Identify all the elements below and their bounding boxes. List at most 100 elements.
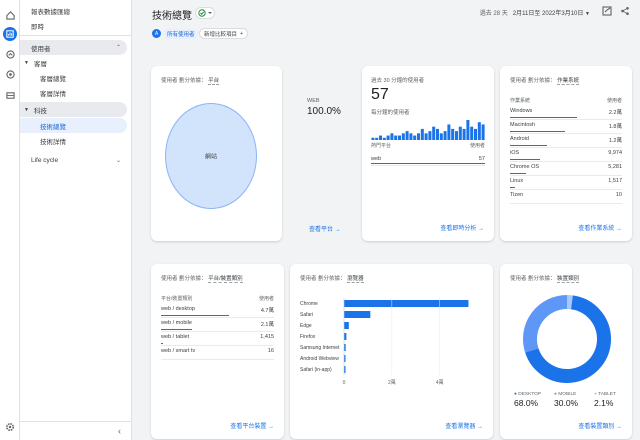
table-row[interactable]: web / desktop 4.7萬	[161, 304, 274, 318]
browser-bar[interactable]	[344, 344, 346, 351]
row-label: Macintosh	[510, 122, 536, 128]
donut-slice[interactable]	[523, 295, 568, 353]
realtime-bar	[375, 137, 379, 140]
realtime-card: 過去 30 分鐘的使用者 57 每分鐘的使用者 熱門平台 使用者 web 57 …	[362, 66, 494, 241]
table-row[interactable]: iOS 9,974	[510, 148, 622, 162]
dimension-selector[interactable]: 平台	[208, 78, 220, 85]
table-row[interactable]: web / tablet 1,415	[161, 332, 274, 346]
nav-tech-group[interactable]: ▼ 科技	[20, 102, 127, 117]
row-label: web / mobile	[161, 320, 192, 326]
row-value: 57	[478, 156, 485, 162]
add-comparison-button[interactable]: 新增比較項目 +	[199, 28, 249, 39]
dimension-selector[interactable]: 裝置類別	[557, 276, 580, 283]
realtime-bar	[466, 120, 470, 140]
legend-item: ● MOBILE 30.0%	[554, 392, 594, 408]
row-value: 2.1萬	[260, 322, 274, 328]
dimension-selector[interactable]: 平台/裝置類別	[208, 276, 243, 283]
realtime-value: 57	[371, 86, 389, 103]
legend-item: ● DESKTOP 68.0%	[514, 392, 554, 408]
nav-demographics-group[interactable]: ▼ 客層	[20, 55, 127, 70]
realtime-bar	[420, 128, 424, 140]
arrow-right-icon: →	[616, 226, 622, 232]
realtime-bar	[401, 133, 405, 140]
table-row[interactable]: web / mobile 2.1萬	[161, 318, 274, 332]
realtime-bar	[462, 128, 466, 140]
view-platforms-link[interactable]: 查看平台 →	[309, 224, 341, 233]
nav-report-snapshot[interactable]: 報表數據匯總	[20, 3, 127, 18]
metric-label: 使用者	[510, 276, 527, 282]
home-icon[interactable]	[3, 8, 17, 22]
table-row[interactable]: Linux 1,517	[510, 176, 622, 190]
view-os-label: 查看作業系統	[578, 226, 615, 232]
date-range-label: 過去 28 天	[479, 11, 508, 17]
realtime-bar	[470, 126, 474, 140]
table-row[interactable]: web / smart tv 16	[161, 346, 274, 360]
nav-realtime[interactable]: 即時	[20, 18, 127, 33]
row-label: iOS	[510, 150, 520, 156]
dimension-selector[interactable]: 瀏覽器	[347, 276, 364, 283]
segment-chip-all-users[interactable]: A 所有使用者	[152, 28, 198, 39]
legend-series-name: MOBILE	[558, 392, 577, 397]
browser-bar[interactable]	[344, 333, 347, 340]
legend-series-name: DESKTOP	[518, 392, 542, 397]
nav-demographics-overview[interactable]: 客層總覽	[20, 70, 127, 85]
col-device: 平台/裝置類別	[161, 296, 193, 302]
row-label: Windows	[510, 108, 533, 114]
view-browsers-link[interactable]: 查看瀏覽器 →	[445, 421, 483, 430]
divider	[20, 421, 131, 422]
os-card: 使用者 劃分依據： 作業系統 作業系統 使用者 Windows 2.2萬 Macin…	[500, 66, 632, 241]
explore-icon[interactable]	[3, 47, 17, 61]
nav-demographics-details[interactable]: 客層詳情	[20, 85, 127, 100]
row-label: Tizen	[510, 192, 524, 198]
admin-gear-icon[interactable]	[3, 420, 17, 434]
realtime-bar	[413, 135, 417, 140]
metric-label: 使用者	[161, 276, 178, 282]
legend-series-name: WEB	[307, 98, 320, 104]
nav-users-section[interactable]: 使用者 ⌃	[20, 40, 127, 55]
customize-report-icon[interactable]	[602, 6, 612, 16]
advertising-icon[interactable]	[3, 67, 17, 81]
view-devices-link[interactable]: 查看平台裝置 →	[230, 421, 274, 430]
table-row[interactable]: Tizen 10	[510, 190, 622, 204]
table-row[interactable]: Windows 2.2萬	[510, 106, 622, 120]
realtime-bar	[409, 133, 413, 140]
nav-tech-details[interactable]: 技術詳情	[20, 133, 127, 148]
realtime-bar	[424, 133, 428, 140]
realtime-bar	[477, 122, 481, 140]
dimension-selector[interactable]: 作業系統	[557, 78, 580, 85]
table-row[interactable]: Android 1.2萬	[510, 134, 622, 148]
view-device-category-link[interactable]: 查看裝置類別 →	[578, 421, 622, 430]
arrow-right-icon: →	[616, 424, 622, 430]
card-header: 使用者 劃分依據： 瀏覽器	[300, 274, 364, 283]
row-label: web	[371, 156, 382, 162]
table-row[interactable]: Macintosh 1.8萬	[510, 120, 622, 134]
configure-icon[interactable]	[3, 88, 17, 102]
nav-tech-overview[interactable]: 技術總覽	[20, 118, 127, 133]
chevron-down-icon: ⌄	[115, 158, 121, 164]
view-os-link[interactable]: 查看作業系統 →	[578, 223, 622, 232]
view-devices-label: 查看平台裝置	[230, 424, 267, 430]
status-dropdown[interactable]	[195, 7, 215, 19]
reports-icon[interactable]	[3, 27, 17, 41]
row-share-bar	[161, 328, 192, 330]
card-header: 使用者 劃分依據： 平台	[161, 76, 220, 85]
realtime-bar	[436, 128, 439, 140]
date-range-picker[interactable]: 過去 28 天 2月11日至 2022年3月10日 ▼	[480, 8, 590, 17]
card-header: 使用者 劃分依據： 平台/裝置類別	[161, 274, 243, 283]
report-navigation: 報表數據匯總 即時 使用者 ⌃ ▼ 客層 客層總覽 客層詳情 ▼ 科技 技術總覽…	[20, 0, 132, 440]
caret-down-icon: ▼	[24, 106, 29, 113]
nav-lifecycle[interactable]: Life cycle ⌄	[20, 153, 127, 168]
x-tick-label: 2萬	[388, 379, 396, 386]
share-icon[interactable]	[620, 6, 630, 16]
row-label: web / desktop	[161, 306, 195, 312]
browser-bar[interactable]	[344, 300, 469, 307]
realtime-bar-chart	[371, 120, 485, 140]
category-label: Samsung Internet	[300, 345, 340, 351]
table-row[interactable]: Chrome OS 5,281	[510, 162, 622, 176]
row-share-bar	[510, 158, 541, 160]
collapse-nav-icon[interactable]: ‹	[118, 426, 121, 436]
card-header: 使用者 劃分依據： 裝置類別	[510, 274, 580, 283]
view-realtime-link[interactable]: 查看即時分析 →	[440, 223, 484, 232]
browser-bar[interactable]	[344, 311, 371, 318]
browser-bar[interactable]	[344, 322, 349, 329]
